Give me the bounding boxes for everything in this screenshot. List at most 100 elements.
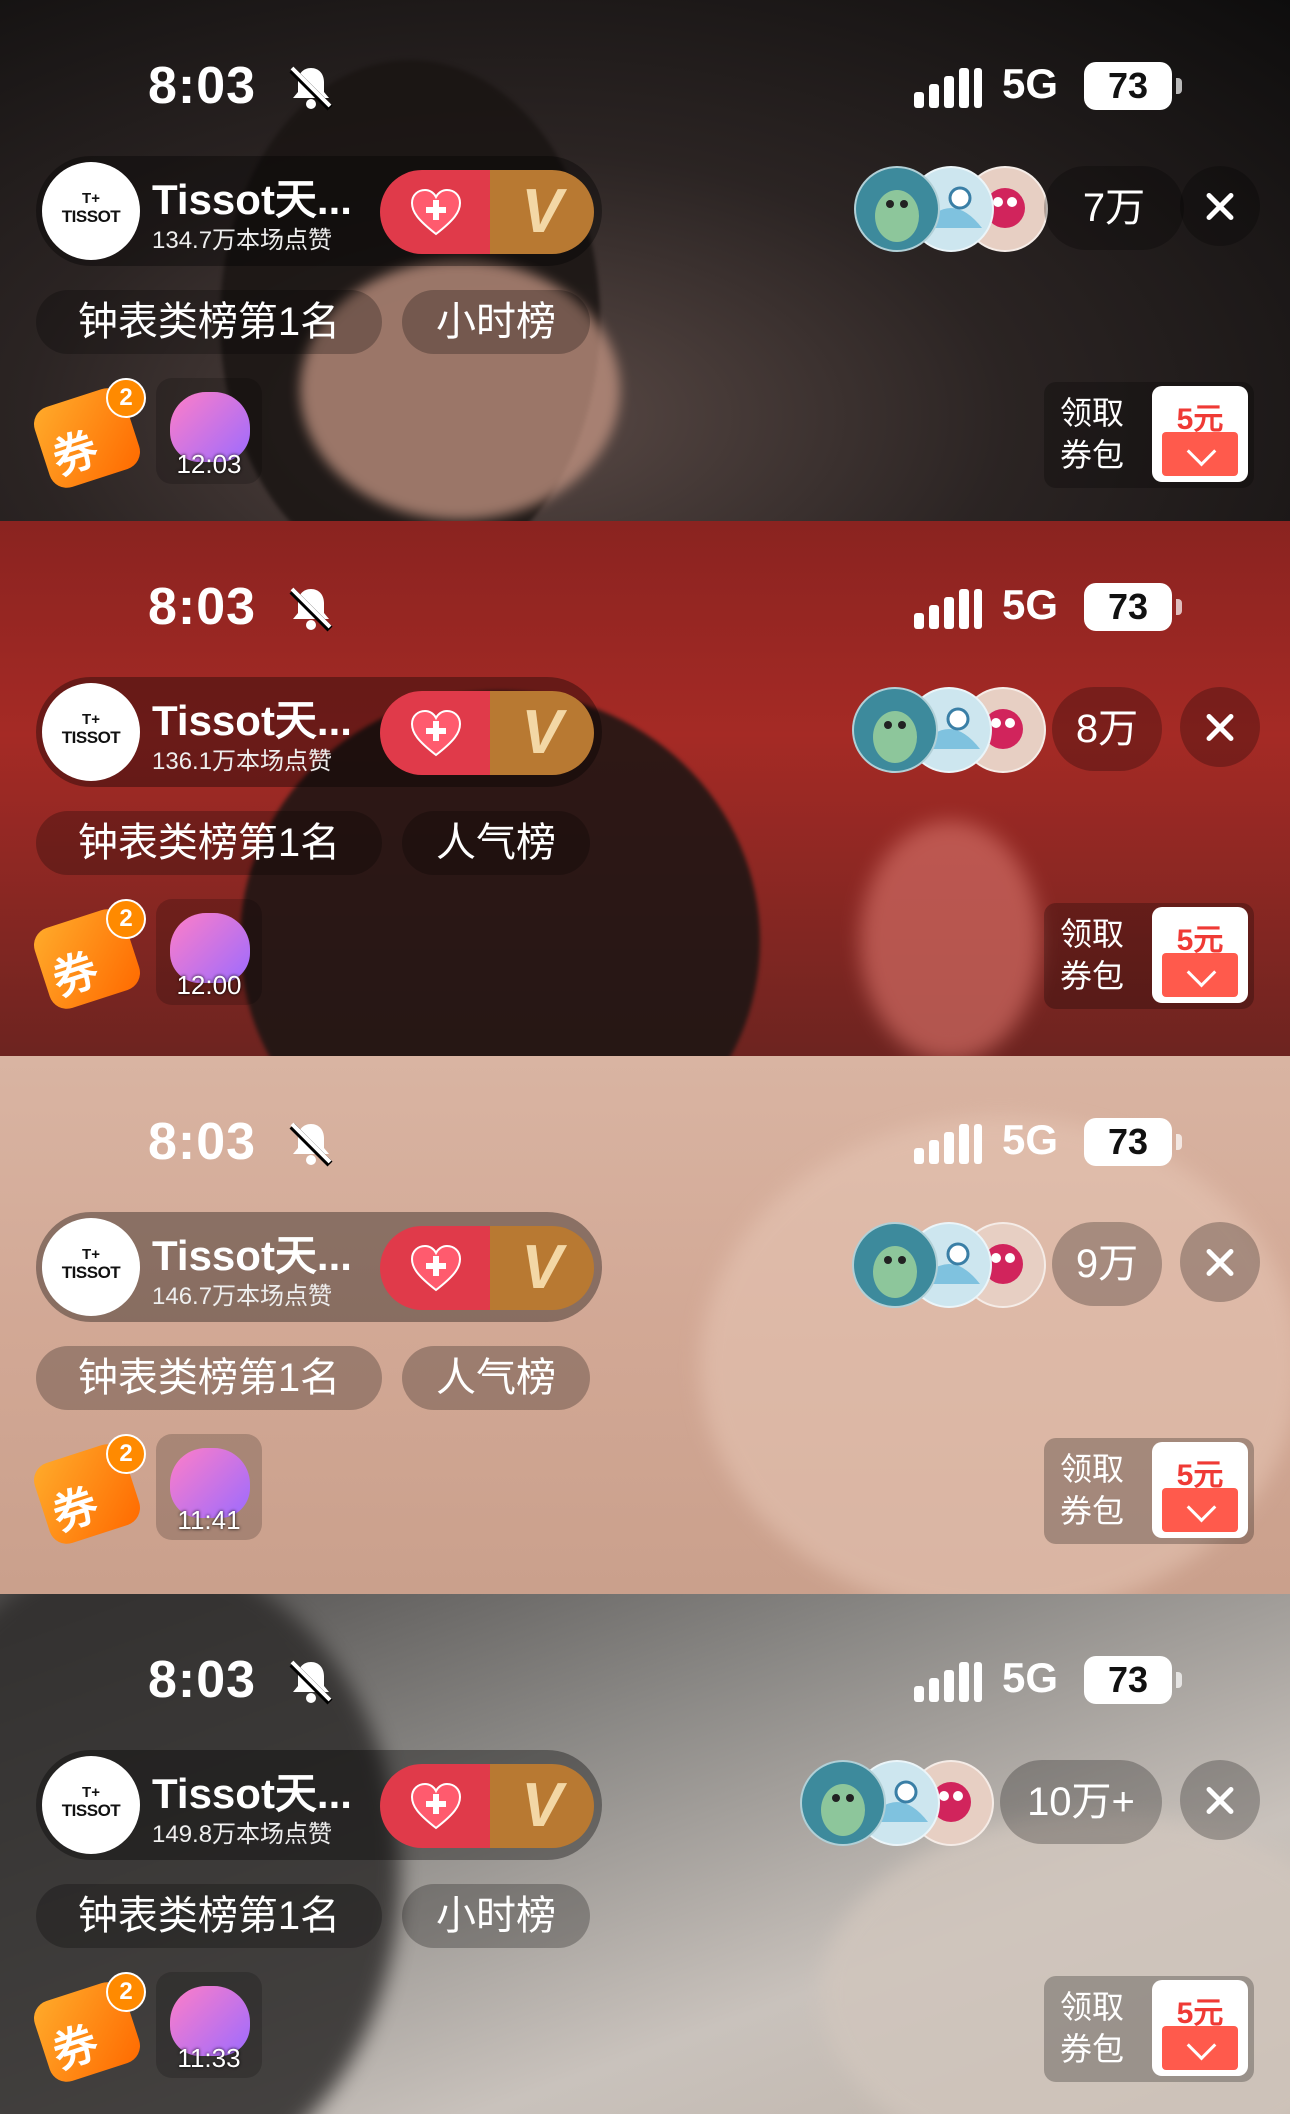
live-room-frame: 8:03 5G 73 T+ TISSOT Tissot天... 136.1万本场点赞 V 8万钟…: [0, 521, 1290, 1056]
vip-button[interactable]: V: [490, 1764, 594, 1848]
signal-bars-icon: [914, 587, 984, 631]
bell-muted-icon: [286, 1656, 336, 1706]
viewer-count[interactable]: 8万: [1052, 687, 1162, 771]
close-icon[interactable]: [1180, 166, 1260, 246]
rank-tag-list[interactable]: 人气榜: [402, 1346, 590, 1410]
rank-tag-category[interactable]: 钟表类榜第1名: [36, 811, 382, 875]
host-avatar[interactable]: T+ TISSOT: [42, 683, 140, 781]
coupon-pack-button[interactable]: 领取券包 5元: [1044, 382, 1254, 488]
red-envelope-card: 5元: [1152, 907, 1248, 1003]
coupon-pack-label: 领取券包: [1060, 1989, 1125, 2067]
network-type: 5G: [1002, 1116, 1059, 1163]
coupon-pack-button[interactable]: 领取券包 5元: [1044, 1976, 1254, 2082]
logo-mark: T+: [82, 711, 100, 728]
heart-plus-icon: [408, 1242, 464, 1294]
live-room-frame: 8:03 5G 73 T+ TISSOT Tissot天... 146.7万本场点赞 V 9万钟…: [0, 1056, 1290, 1594]
host-likes: 146.7万本场点赞: [152, 1283, 333, 1310]
red-envelope-card: 5元: [1152, 386, 1248, 482]
coupon-count-badge: 2: [106, 899, 146, 939]
viewer-avatar-frog: [852, 687, 938, 773]
host-name[interactable]: Tissot天...: [152, 1760, 352, 1821]
gift-timer: 12:03: [176, 449, 242, 479]
host-info-capsule[interactable]: T+ TISSOT Tissot天... 136.1万本场点赞 V: [36, 677, 602, 787]
status-bar: 8:03 5G 73: [0, 521, 1290, 681]
coupon-pack-label: 领取券包: [1060, 1451, 1125, 1529]
rank-tag-list[interactable]: 小时榜: [402, 290, 590, 354]
follow-button[interactable]: [380, 691, 490, 775]
coupon-pack-button[interactable]: 领取券包 5元: [1044, 903, 1254, 1009]
host-info-capsule[interactable]: T+ TISSOT Tissot天... 149.8万本场点赞 V: [36, 1750, 602, 1860]
bell-muted-icon: [286, 583, 336, 633]
viewer-avatars[interactable]: [852, 1222, 1046, 1308]
viewer-count[interactable]: 9万: [1052, 1222, 1162, 1306]
close-icon[interactable]: [1180, 1760, 1260, 1840]
heart-plus-icon: [408, 1780, 464, 1832]
status-bar: 8:03 5G 73: [0, 1056, 1290, 1216]
host-avatar[interactable]: T+ TISSOT: [42, 1218, 140, 1316]
vip-button[interactable]: V: [490, 1226, 594, 1310]
viewer-count[interactable]: 10万+: [1000, 1760, 1162, 1844]
rank-tag-list[interactable]: 小时榜: [402, 1884, 590, 1948]
red-envelope-icon: [1162, 953, 1238, 997]
host-likes: 136.1万本场点赞: [152, 748, 333, 775]
network-type: 5G: [1002, 581, 1059, 628]
close-icon[interactable]: [1180, 687, 1260, 767]
coupon-count-badge: 2: [106, 1434, 146, 1474]
network-type: 5G: [1002, 1654, 1059, 1701]
status-bar: 8:03 5G 73: [0, 0, 1290, 160]
close-icon[interactable]: [1180, 1222, 1260, 1302]
rank-tag-list[interactable]: 人气榜: [402, 811, 590, 875]
follow-button[interactable]: [380, 1764, 490, 1848]
signal-bars-icon: [914, 66, 984, 110]
coupon-button[interactable]: 券2: [29, 378, 146, 493]
coupon-pack-button[interactable]: 领取券包 5元: [1044, 1438, 1254, 1544]
coupon-button[interactable]: 券2: [29, 1434, 146, 1549]
logo-text: TISSOT: [61, 207, 121, 226]
logo-text: TISSOT: [61, 728, 121, 747]
rank-tag-category[interactable]: 钟表类榜第1名: [36, 1346, 382, 1410]
clock-time: 8:03: [148, 578, 257, 636]
viewer-count[interactable]: 7万: [1044, 166, 1184, 250]
network-type: 5G: [1002, 60, 1059, 107]
coupon-pack-label: 领取券包: [1060, 916, 1125, 994]
viewer-avatars[interactable]: [800, 1760, 994, 1846]
logo-mark: T+: [82, 1784, 100, 1801]
red-envelope-icon: [1162, 1488, 1238, 1532]
rank-tag-category[interactable]: 钟表类榜第1名: [36, 1884, 382, 1948]
background-shape: [860, 821, 1040, 1056]
host-name[interactable]: Tissot天...: [152, 166, 352, 227]
viewer-avatars[interactable]: [854, 166, 1048, 252]
gift-bag-button[interactable]: 12:00: [156, 899, 262, 1005]
clock-time: 8:03: [148, 1651, 257, 1709]
host-info-capsule[interactable]: T+ TISSOT Tissot天... 146.7万本场点赞 V: [36, 1212, 602, 1322]
red-envelope-card: 5元: [1152, 1442, 1248, 1538]
clock-time: 8:03: [148, 1113, 257, 1171]
rank-tag-category[interactable]: 钟表类榜第1名: [36, 290, 382, 354]
viewer-avatar-frog: [854, 166, 940, 252]
heart-plus-icon: [408, 707, 464, 759]
host-avatar[interactable]: T+ TISSOT: [42, 1756, 140, 1854]
vip-button[interactable]: V: [490, 691, 594, 775]
coupon-button[interactable]: 券2: [29, 1972, 146, 2087]
host-name[interactable]: Tissot天...: [152, 687, 352, 748]
logo-text: TISSOT: [61, 1263, 121, 1282]
coupon-count-badge: 2: [106, 1972, 146, 2012]
gift-bag-button[interactable]: 11:41: [156, 1434, 262, 1540]
follow-button[interactable]: [380, 1226, 490, 1310]
gift-bag-button[interactable]: 11:33: [156, 1972, 262, 2078]
host-avatar[interactable]: T+ TISSOT: [42, 162, 140, 260]
signal-bars-icon: [914, 1122, 984, 1166]
bell-muted-icon: [286, 1118, 336, 1168]
bell-muted-icon: [286, 62, 336, 112]
viewer-avatars[interactable]: [852, 687, 1046, 773]
gift-timer: 11:33: [177, 2043, 241, 2073]
follow-button[interactable]: [380, 170, 490, 254]
host-name[interactable]: Tissot天...: [152, 1222, 352, 1283]
vip-button[interactable]: V: [490, 170, 594, 254]
red-envelope-icon: [1162, 432, 1238, 476]
coupon-count-badge: 2: [106, 378, 146, 418]
gift-bag-button[interactable]: 12:03: [156, 378, 262, 484]
host-info-capsule[interactable]: T+ TISSOT Tissot天... 134.7万本场点赞 V: [36, 156, 602, 266]
coupon-button[interactable]: 券2: [29, 899, 146, 1014]
viewer-avatar-frog: [852, 1222, 938, 1308]
